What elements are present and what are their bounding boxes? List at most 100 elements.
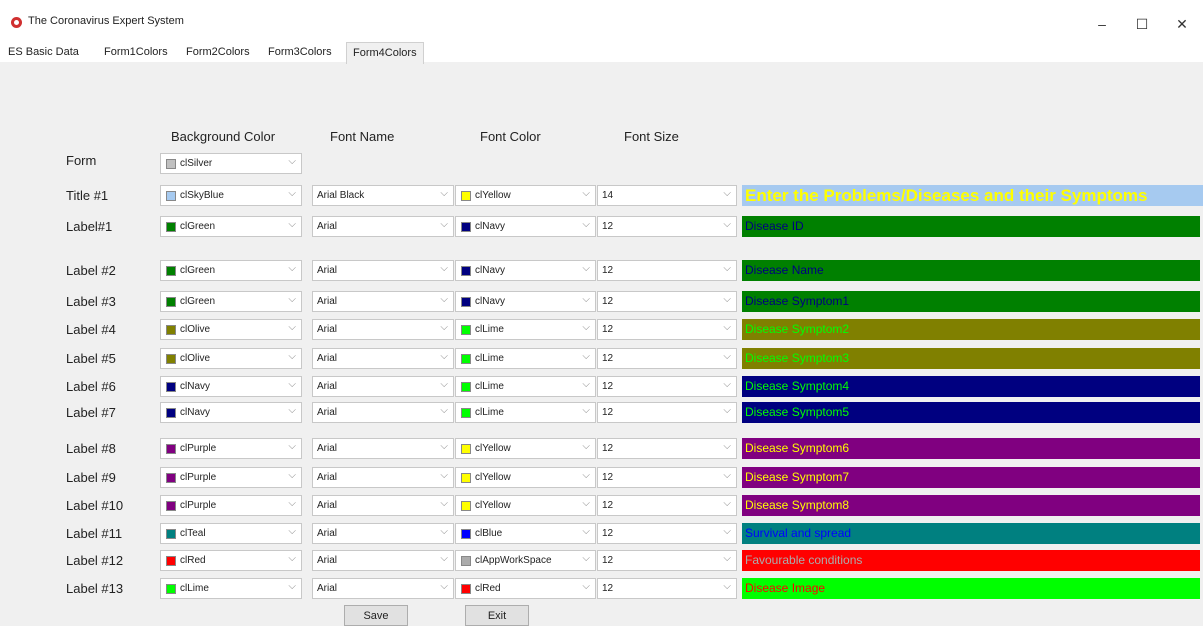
chevron-down-icon[interactable]: ⌵ — [440, 553, 448, 564]
background-color-combo[interactable]: clGreen ⌵ — [160, 291, 302, 312]
chevron-down-icon[interactable]: ⌵ — [440, 581, 448, 592]
background-color-combo[interactable]: clTeal ⌵ — [160, 523, 302, 544]
tab-form4colors[interactable]: Form4Colors — [346, 42, 424, 64]
chevron-down-icon[interactable]: ⌵ — [440, 263, 448, 274]
chevron-down-icon[interactable]: ⌵ — [288, 405, 296, 416]
chevron-down-icon[interactable]: ⌵ — [288, 188, 296, 199]
chevron-down-icon[interactable]: ⌵ — [440, 470, 448, 481]
chevron-down-icon[interactable]: ⌵ — [440, 351, 448, 362]
chevron-down-icon[interactable]: ⌵ — [723, 351, 731, 362]
chevron-down-icon[interactable]: ⌵ — [288, 526, 296, 537]
chevron-down-icon[interactable]: ⌵ — [288, 470, 296, 481]
font-size-combo[interactable]: 12 ⌵ — [597, 467, 737, 488]
chevron-down-icon[interactable]: ⌵ — [723, 263, 731, 274]
chevron-down-icon[interactable]: ⌵ — [723, 526, 731, 537]
font-name-combo[interactable]: Arial Black ⌵ — [312, 185, 454, 206]
font-name-combo[interactable]: Arial ⌵ — [312, 495, 454, 516]
chevron-down-icon[interactable]: ⌵ — [440, 498, 448, 509]
chevron-down-icon[interactable]: ⌵ — [582, 351, 590, 362]
chevron-down-icon[interactable]: ⌵ — [582, 294, 590, 305]
chevron-down-icon[interactable]: ⌵ — [440, 322, 448, 333]
font-name-combo[interactable]: Arial ⌵ — [312, 578, 454, 599]
tab-form3colors[interactable]: Form3Colors — [268, 46, 332, 58]
font-name-combo[interactable]: Arial ⌵ — [312, 402, 454, 423]
maximize-button[interactable]: ☐ — [1122, 10, 1162, 38]
chevron-down-icon[interactable]: ⌵ — [288, 379, 296, 390]
chevron-down-icon[interactable]: ⌵ — [582, 441, 590, 452]
background-color-combo[interactable]: clPurple ⌵ — [160, 438, 302, 459]
chevron-down-icon[interactable]: ⌵ — [723, 441, 731, 452]
chevron-down-icon[interactable]: ⌵ — [582, 470, 590, 481]
background-color-combo[interactable]: clOlive ⌵ — [160, 348, 302, 369]
chevron-down-icon[interactable]: ⌵ — [288, 553, 296, 564]
chevron-down-icon[interactable]: ⌵ — [723, 470, 731, 481]
chevron-down-icon[interactable]: ⌵ — [288, 498, 296, 509]
font-size-combo[interactable]: 12 ⌵ — [597, 578, 737, 599]
chevron-down-icon[interactable]: ⌵ — [582, 379, 590, 390]
font-size-combo[interactable]: 14 ⌵ — [597, 185, 737, 206]
chevron-down-icon[interactable]: ⌵ — [723, 322, 731, 333]
chevron-down-icon[interactable]: ⌵ — [723, 498, 731, 509]
chevron-down-icon[interactable]: ⌵ — [582, 263, 590, 274]
background-color-combo[interactable]: clLime ⌵ — [160, 578, 302, 599]
chevron-down-icon[interactable]: ⌵ — [723, 405, 731, 416]
chevron-down-icon[interactable]: ⌵ — [288, 351, 296, 362]
chevron-down-icon[interactable]: ⌵ — [440, 188, 448, 199]
chevron-down-icon[interactable]: ⌵ — [582, 405, 590, 416]
font-color-combo[interactable]: clAppWorkSpace ⌵ — [455, 550, 596, 571]
chevron-down-icon[interactable]: ⌵ — [288, 263, 296, 274]
font-color-combo[interactable]: clRed ⌵ — [455, 578, 596, 599]
chevron-down-icon[interactable]: ⌵ — [582, 322, 590, 333]
background-color-combo[interactable]: clGreen ⌵ — [160, 260, 302, 281]
font-size-combo[interactable]: 12 ⌵ — [597, 402, 737, 423]
chevron-down-icon[interactable]: ⌵ — [440, 379, 448, 390]
chevron-down-icon[interactable]: ⌵ — [582, 581, 590, 592]
font-size-combo[interactable]: 12 ⌵ — [597, 348, 737, 369]
font-color-combo[interactable]: clLime ⌵ — [455, 376, 596, 397]
chevron-down-icon[interactable]: ⌵ — [440, 526, 448, 537]
font-size-combo[interactable]: 12 ⌵ — [597, 319, 737, 340]
chevron-down-icon[interactable]: ⌵ — [582, 188, 590, 199]
chevron-down-icon[interactable]: ⌵ — [582, 526, 590, 537]
font-size-combo[interactable]: 12 ⌵ — [597, 291, 737, 312]
minimize-button[interactable]: – — [1082, 10, 1122, 38]
background-color-combo[interactable]: clSkyBlue ⌵ — [160, 185, 302, 206]
chevron-down-icon[interactable]: ⌵ — [440, 294, 448, 305]
chevron-down-icon[interactable]: ⌵ — [288, 441, 296, 452]
save-button[interactable]: Save — [344, 605, 408, 626]
font-size-combo[interactable]: 12 ⌵ — [597, 438, 737, 459]
font-color-combo[interactable]: clYellow ⌵ — [455, 467, 596, 488]
background-color-combo[interactable]: clNavy ⌵ — [160, 376, 302, 397]
font-color-combo[interactable]: clBlue ⌵ — [455, 523, 596, 544]
chevron-down-icon[interactable]: ⌵ — [723, 581, 731, 592]
chevron-down-icon[interactable]: ⌵ — [440, 405, 448, 416]
chevron-down-icon[interactable]: ⌵ — [582, 219, 590, 230]
background-color-combo[interactable]: clGreen ⌵ — [160, 216, 302, 237]
font-name-combo[interactable]: Arial ⌵ — [312, 348, 454, 369]
font-name-combo[interactable]: Arial ⌵ — [312, 319, 454, 340]
close-button[interactable]: ✕ — [1162, 10, 1202, 38]
font-color-combo[interactable]: clLime ⌵ — [455, 319, 596, 340]
form-background-combo[interactable]: clSilver ⌵ — [160, 153, 302, 174]
chevron-down-icon[interactable]: ⌵ — [582, 553, 590, 564]
chevron-down-icon[interactable]: ⌵ — [723, 294, 731, 305]
font-name-combo[interactable]: Arial ⌵ — [312, 376, 454, 397]
chevron-down-icon[interactable]: ⌵ — [723, 188, 731, 199]
tab-es-basic-data[interactable]: ES Basic Data — [8, 46, 79, 58]
font-color-combo[interactable]: clYellow ⌵ — [455, 438, 596, 459]
chevron-down-icon[interactable]: ⌵ — [288, 322, 296, 333]
font-name-combo[interactable]: Arial ⌵ — [312, 438, 454, 459]
font-size-combo[interactable]: 12 ⌵ — [597, 216, 737, 237]
font-size-combo[interactable]: 12 ⌵ — [597, 523, 737, 544]
font-color-combo[interactable]: clLime ⌵ — [455, 348, 596, 369]
chevron-down-icon[interactable]: ⌵ — [288, 294, 296, 305]
font-name-combo[interactable]: Arial ⌵ — [312, 523, 454, 544]
font-color-combo[interactable]: clNavy ⌵ — [455, 260, 596, 281]
font-color-combo[interactable]: clYellow ⌵ — [455, 495, 596, 516]
font-name-combo[interactable]: Arial ⌵ — [312, 260, 454, 281]
chevron-down-icon[interactable]: ⌵ — [288, 219, 296, 230]
font-name-combo[interactable]: Arial ⌵ — [312, 467, 454, 488]
tab-form1colors[interactable]: Form1Colors — [104, 46, 168, 58]
font-name-combo[interactable]: Arial ⌵ — [312, 216, 454, 237]
chevron-down-icon[interactable]: ⌵ — [288, 156, 296, 167]
